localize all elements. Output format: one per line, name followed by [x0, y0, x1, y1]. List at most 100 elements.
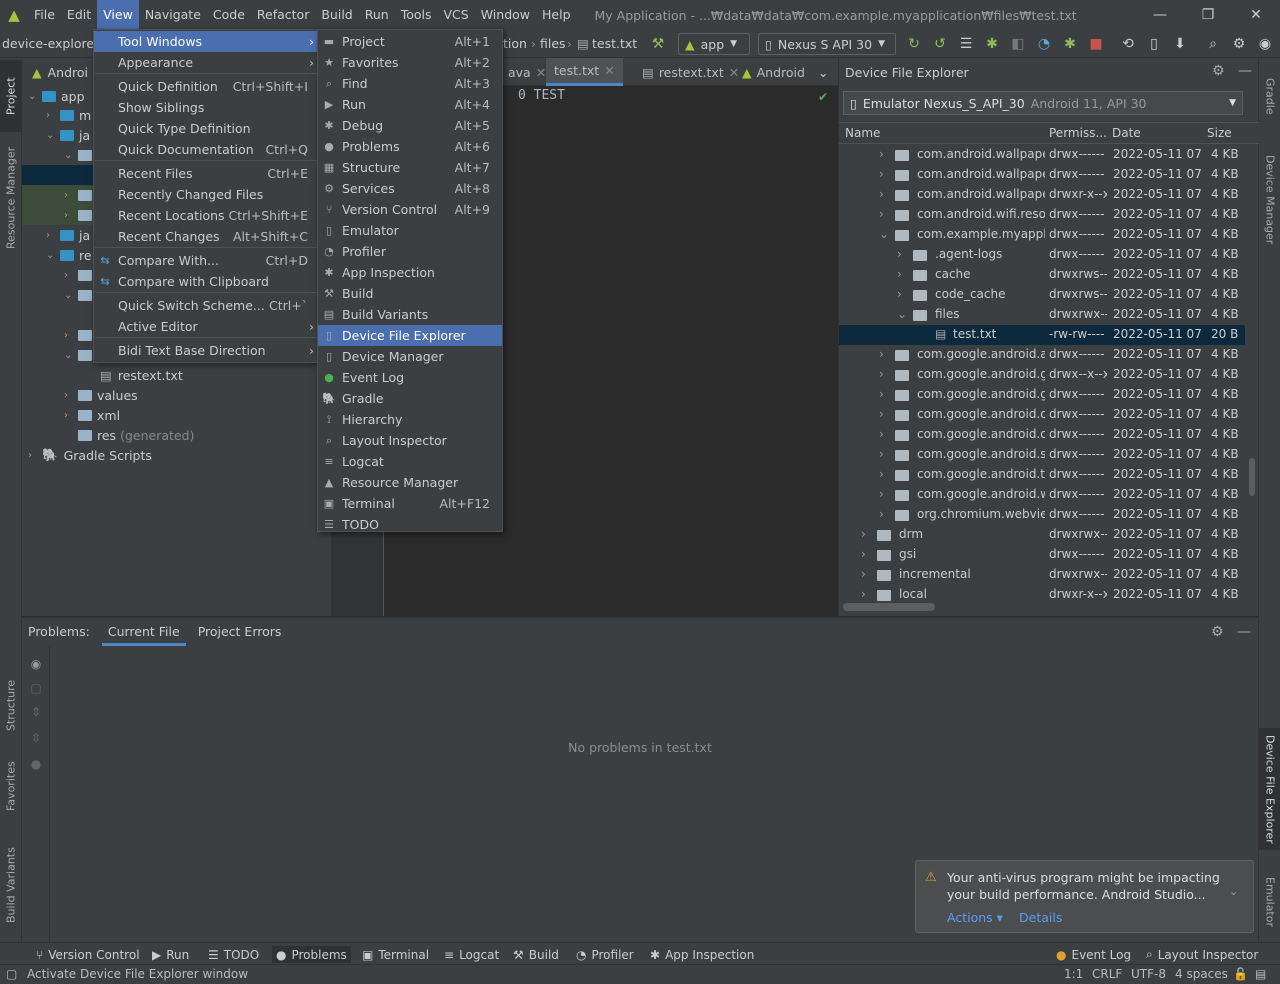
hide-icon[interactable]: — [1238, 63, 1252, 79]
breadcrumb-file[interactable]: test.txt [592, 36, 637, 51]
file-row[interactable]: › com.google.android.gsf drwx------ 2022-05… [839, 385, 1245, 405]
tab-project-errors[interactable]: Project Errors [192, 618, 288, 646]
chevron-right-icon[interactable]: › [897, 287, 902, 301]
stripe-emulator[interactable]: Emulator [1259, 870, 1280, 934]
stripe-device-file-explorer[interactable]: Device File Explorer [1259, 728, 1280, 850]
breadcrumb-app[interactable]: tion [503, 36, 527, 51]
view-menu-item[interactable]: Quick Documentation Ctrl+Q [94, 139, 318, 160]
file-row[interactable]: › .agent-logs drwx------ 2022-05-11 07: 4 KB [839, 245, 1245, 265]
tool-window-item[interactable]: ✱ Debug Alt+5 [318, 115, 502, 136]
tool-window-item[interactable]: ≡ Logcat [318, 451, 502, 472]
stripe-structure[interactable]: Structure [0, 672, 22, 738]
tool-window-item[interactable]: ▯ Device File Explorer [318, 325, 502, 346]
chevron-down-icon[interactable]: ⌄ [879, 227, 889, 241]
profile-icon[interactable]: ◔ [1034, 33, 1054, 55]
chevron-right-icon[interactable]: › [861, 587, 866, 601]
close-icon[interactable]: ✕ [604, 63, 614, 78]
tool-window-item[interactable]: ⑂ Version Control Alt+9 [318, 199, 502, 220]
file-row[interactable]: › code_cache drwxrws--) 2022-05-11 07: 4 KB [839, 285, 1245, 305]
tool-window-item[interactable]: ▦ Structure Alt+7 [318, 157, 502, 178]
lightbulb-icon[interactable]: ● [28, 756, 44, 772]
view-menu-item[interactable]: Quick Switch Scheme... Ctrl+` [94, 295, 318, 316]
chevron-right-icon[interactable]: › [879, 347, 884, 361]
chevron-right-icon[interactable]: › [879, 427, 884, 441]
file-row[interactable]: › com.google.android.ov drwx------ 2022-05-… [839, 405, 1245, 425]
device-manager-icon[interactable]: ▯ [1144, 33, 1164, 55]
view-menu-item[interactable]: ⇆ Compare With... Ctrl+D [94, 250, 318, 271]
file-row[interactable]: › org.chromium.webview drwx------ 2022-05-1… [839, 505, 1245, 525]
stripe-gradle[interactable]: Gradle [1259, 68, 1280, 124]
vertical-scrollbar[interactable] [1249, 458, 1255, 496]
file-row[interactable]: › com.google.android.sdl drwx------ 2022-05… [839, 445, 1245, 465]
tab-android-manifest[interactable]: ▲ Android [734, 58, 813, 86]
file-encoding[interactable]: UTF-8 [1131, 967, 1166, 981]
file-row[interactable]: › com.google.android.ov drwx------ 2022-05-… [839, 425, 1245, 445]
view-menu-item[interactable]: Recently Changed Files [94, 184, 318, 205]
tool-problems[interactable]: ● Problems [272, 946, 351, 963]
actions-link[interactable]: Actions ▾ [947, 910, 1003, 925]
stripe-project[interactable]: Project [0, 60, 22, 132]
file-row[interactable]: ⌄ com.example.myapplica drwx------ 2022-05-… [839, 225, 1245, 245]
tool-window-item[interactable]: ▶ Run Alt+4 [318, 94, 502, 115]
details-link[interactable]: Details [1019, 910, 1062, 925]
menu-build[interactable]: Build [315, 0, 358, 30]
expand-all-icon[interactable]: ⇕ [28, 704, 44, 720]
chevron-right-icon[interactable]: › [879, 367, 884, 381]
chevron-right-icon[interactable]: › [879, 447, 884, 461]
file-row[interactable]: › com.android.wallpaperp drwxr-x--x 2022-05… [839, 185, 1245, 205]
chevron-right-icon[interactable]: › [879, 487, 884, 501]
view-menu-item[interactable]: ⇆ Compare with Clipboard [94, 271, 318, 292]
run-config-select[interactable]: ▲ app ▼ [678, 33, 750, 55]
tool-window-item[interactable]: 🐘 Gradle [318, 388, 502, 409]
attach-debugger-icon[interactable]: ◧ [1008, 33, 1028, 55]
view-menu-item[interactable]: Show Siblings [94, 97, 318, 118]
col-date[interactable]: Date [1112, 126, 1141, 140]
stripe-resource-manager[interactable]: Resource Manager [0, 138, 22, 258]
debug-icon[interactable]: ✱ [982, 33, 1002, 55]
chevron-right-icon[interactable]: › [879, 507, 884, 521]
settings-gear-icon[interactable]: ⚙ [1229, 33, 1249, 55]
tool-layout-inspector[interactable]: ⌕ Layout Inspector [1142, 946, 1262, 963]
tool-window-item[interactable]: ▤ Build Variants [318, 304, 502, 325]
settings-gear-icon[interactable]: ⚙ [1211, 624, 1224, 640]
tree-item-gradle-scripts[interactable]: › 🐘 Gradle Scripts [28, 445, 338, 465]
tool-version-control[interactable]: ⑂ Version Control [32, 946, 144, 963]
file-row[interactable]: › com.android.wifi.resour drwx------ 2022-0… [839, 205, 1245, 225]
view-menu-item[interactable]: Tool Windows › [94, 31, 318, 52]
status-toggle-icon[interactable]: ▢ [6, 967, 17, 981]
tool-window-item[interactable]: ⚙ Services Alt+8 [318, 178, 502, 199]
minimize-button[interactable]: — [1136, 0, 1184, 30]
chevron-right-icon[interactable]: › [861, 547, 866, 561]
lock-icon[interactable]: 🔓 [1233, 967, 1248, 981]
tool-window-item[interactable]: ▲ Resource Manager [318, 472, 502, 493]
file-row[interactable]: › com.google.android.we drwx------ 2022-05-… [839, 485, 1245, 505]
menu-vcs[interactable]: VCS [438, 0, 475, 30]
view-menu-item[interactable]: Bidi Text Base Direction › [94, 340, 318, 361]
device-select[interactable]: ▯ Nexus S API 30 ▼ [758, 33, 896, 55]
tool-app-inspection[interactable]: ✱ App Inspection [646, 946, 758, 963]
file-row[interactable]: › com.android.wallpaperb drwx------ 2022-05… [839, 145, 1245, 165]
tool-window-item[interactable]: ⚒ Build [318, 283, 502, 304]
chevron-down-icon[interactable]: ⌄ [1229, 885, 1238, 898]
tool-window-item[interactable]: ⌕ Layout Inspector [318, 430, 502, 451]
stripe-device-manager[interactable]: Device Manager [1259, 154, 1280, 246]
chevron-right-icon[interactable]: › [861, 567, 866, 581]
caret-position[interactable]: 1:1 [1064, 967, 1083, 981]
menu-window[interactable]: Window [475, 0, 536, 30]
open-source-icon[interactable]: ▢ [28, 680, 44, 696]
menu-file[interactable]: File [28, 0, 61, 30]
tool-window-item[interactable]: ⌕ Find Alt+3 [318, 73, 502, 94]
menu-edit[interactable]: Edit [61, 0, 97, 30]
file-row[interactable]: › com.android.wallpaperc drwx------ 2022-05… [839, 165, 1245, 185]
search-icon[interactable]: ⌕ [1203, 33, 1223, 55]
tool-build[interactable]: ⚒ Build [509, 946, 563, 963]
hide-icon[interactable]: — [1237, 624, 1251, 640]
chevron-right-icon[interactable]: › [879, 147, 884, 161]
tabs-overflow-icon[interactable]: ⌄ [810, 58, 836, 86]
view-menu-item[interactable]: Active Editor › [94, 316, 318, 337]
tool-run[interactable]: ▶ Run [148, 946, 193, 963]
tool-window-item[interactable]: ⟟ Hierarchy [318, 409, 502, 430]
view-menu-item[interactable]: Recent Locations Ctrl+Shift+E [94, 205, 318, 226]
view-menu-item[interactable]: Recent Files Ctrl+E [94, 163, 318, 184]
apply-code-changes-icon[interactable]: ↺ [930, 33, 950, 55]
